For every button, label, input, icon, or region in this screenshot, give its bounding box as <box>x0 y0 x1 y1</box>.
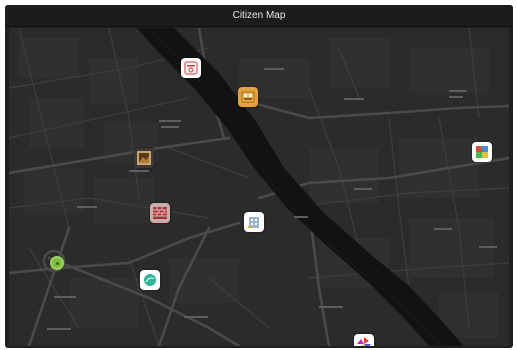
photo-frame-icon <box>137 151 151 165</box>
location-marker-icon <box>55 261 59 265</box>
teal-leaf-icon <box>144 274 156 286</box>
bricks-icon <box>153 207 167 219</box>
map-canvas <box>9 28 509 346</box>
restaurant-poi[interactable] <box>181 58 201 78</box>
shop-poi[interactable] <box>238 87 258 107</box>
restaurant-logo-icon <box>184 61 198 75</box>
city-blocks <box>19 38 499 338</box>
gallery-poi[interactable] <box>134 148 154 168</box>
teal-poi[interactable] <box>140 270 160 290</box>
map-view[interactable] <box>9 28 509 346</box>
pinwheel-poi[interactable] <box>354 334 374 346</box>
building-poi[interactable] <box>244 212 264 232</box>
app-window: Citizen Map <box>5 5 513 348</box>
window-title: Citizen Map <box>5 5 513 27</box>
bricks-poi[interactable] <box>150 203 170 223</box>
pinwheel-icon <box>357 337 371 346</box>
shop-icon <box>241 91 255 103</box>
current-location-marker[interactable] <box>50 256 64 270</box>
colorful-poi[interactable] <box>472 142 492 162</box>
building-icon <box>248 217 259 228</box>
colorful-grid-icon <box>476 146 488 158</box>
